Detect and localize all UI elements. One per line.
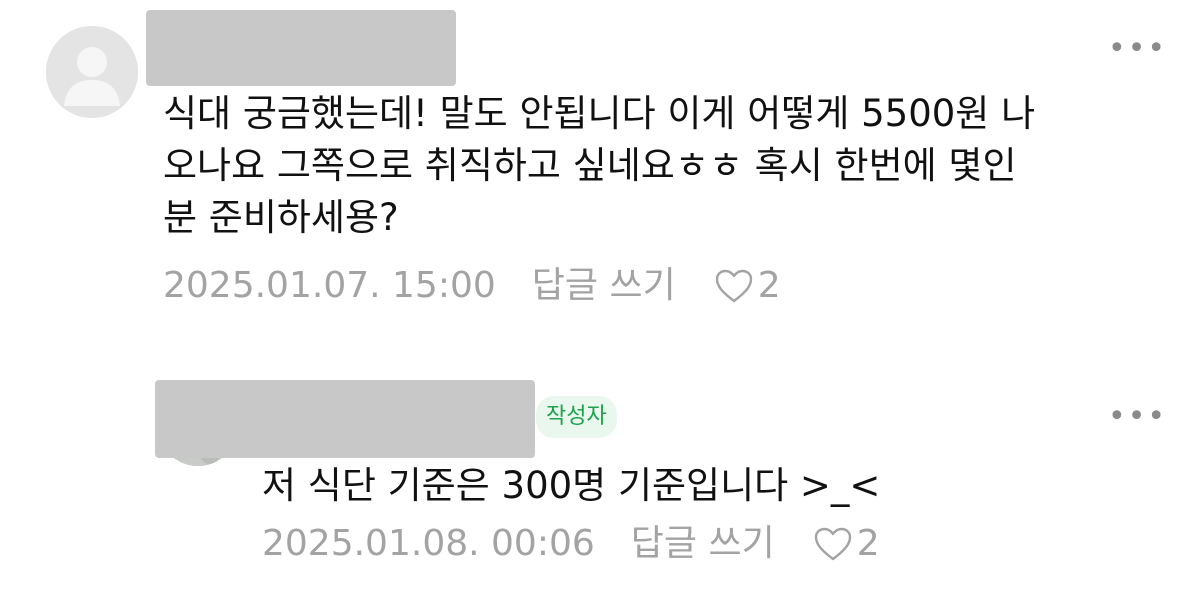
timestamp: 2025.01.08. 00:06 <box>262 523 595 564</box>
heart-icon <box>715 269 752 303</box>
author-badge: 작성자 <box>536 396 617 438</box>
comment-meta: 2025.01.07. 15:00 답글 쓰기 2 <box>163 266 781 306</box>
default-user-icon <box>46 26 138 118</box>
comment-body: 저 식단 기준은 300명 기준입니다 >_< <box>262 464 881 507</box>
like-button[interactable]: 2 <box>813 524 880 564</box>
more-options-icon[interactable]: ••• <box>1108 402 1167 432</box>
like-button[interactable]: 2 <box>714 266 781 306</box>
author-name-redacted <box>155 380 535 458</box>
like-count: 2 <box>757 265 781 306</box>
timestamp: 2025.01.07. 15:00 <box>163 265 496 306</box>
reply-button[interactable]: 답글 쓰기 <box>532 266 676 306</box>
comment-meta: 2025.01.08. 00:06 답글 쓰기 2 <box>262 524 880 564</box>
author-name-redacted <box>146 10 456 86</box>
like-count: 2 <box>856 523 880 564</box>
comment-2-reply: 작성자 ••• 저 식단 기준은 300명 기준입니다 >_< 2025.01.… <box>0 370 1200 603</box>
comment-body: 식대 궁금했는데! 말도 안됩니다 이게 어떻게 5500원 나 오나요 그쪽으… <box>163 92 1036 239</box>
heart-icon <box>814 527 851 561</box>
comment-1: ••• 식대 궁금했는데! 말도 안됩니다 이게 어떻게 5500원 나 오나요… <box>0 0 1200 330</box>
more-options-icon[interactable]: ••• <box>1108 34 1167 64</box>
avatar[interactable] <box>46 26 138 118</box>
reply-button[interactable]: 답글 쓰기 <box>631 524 775 564</box>
